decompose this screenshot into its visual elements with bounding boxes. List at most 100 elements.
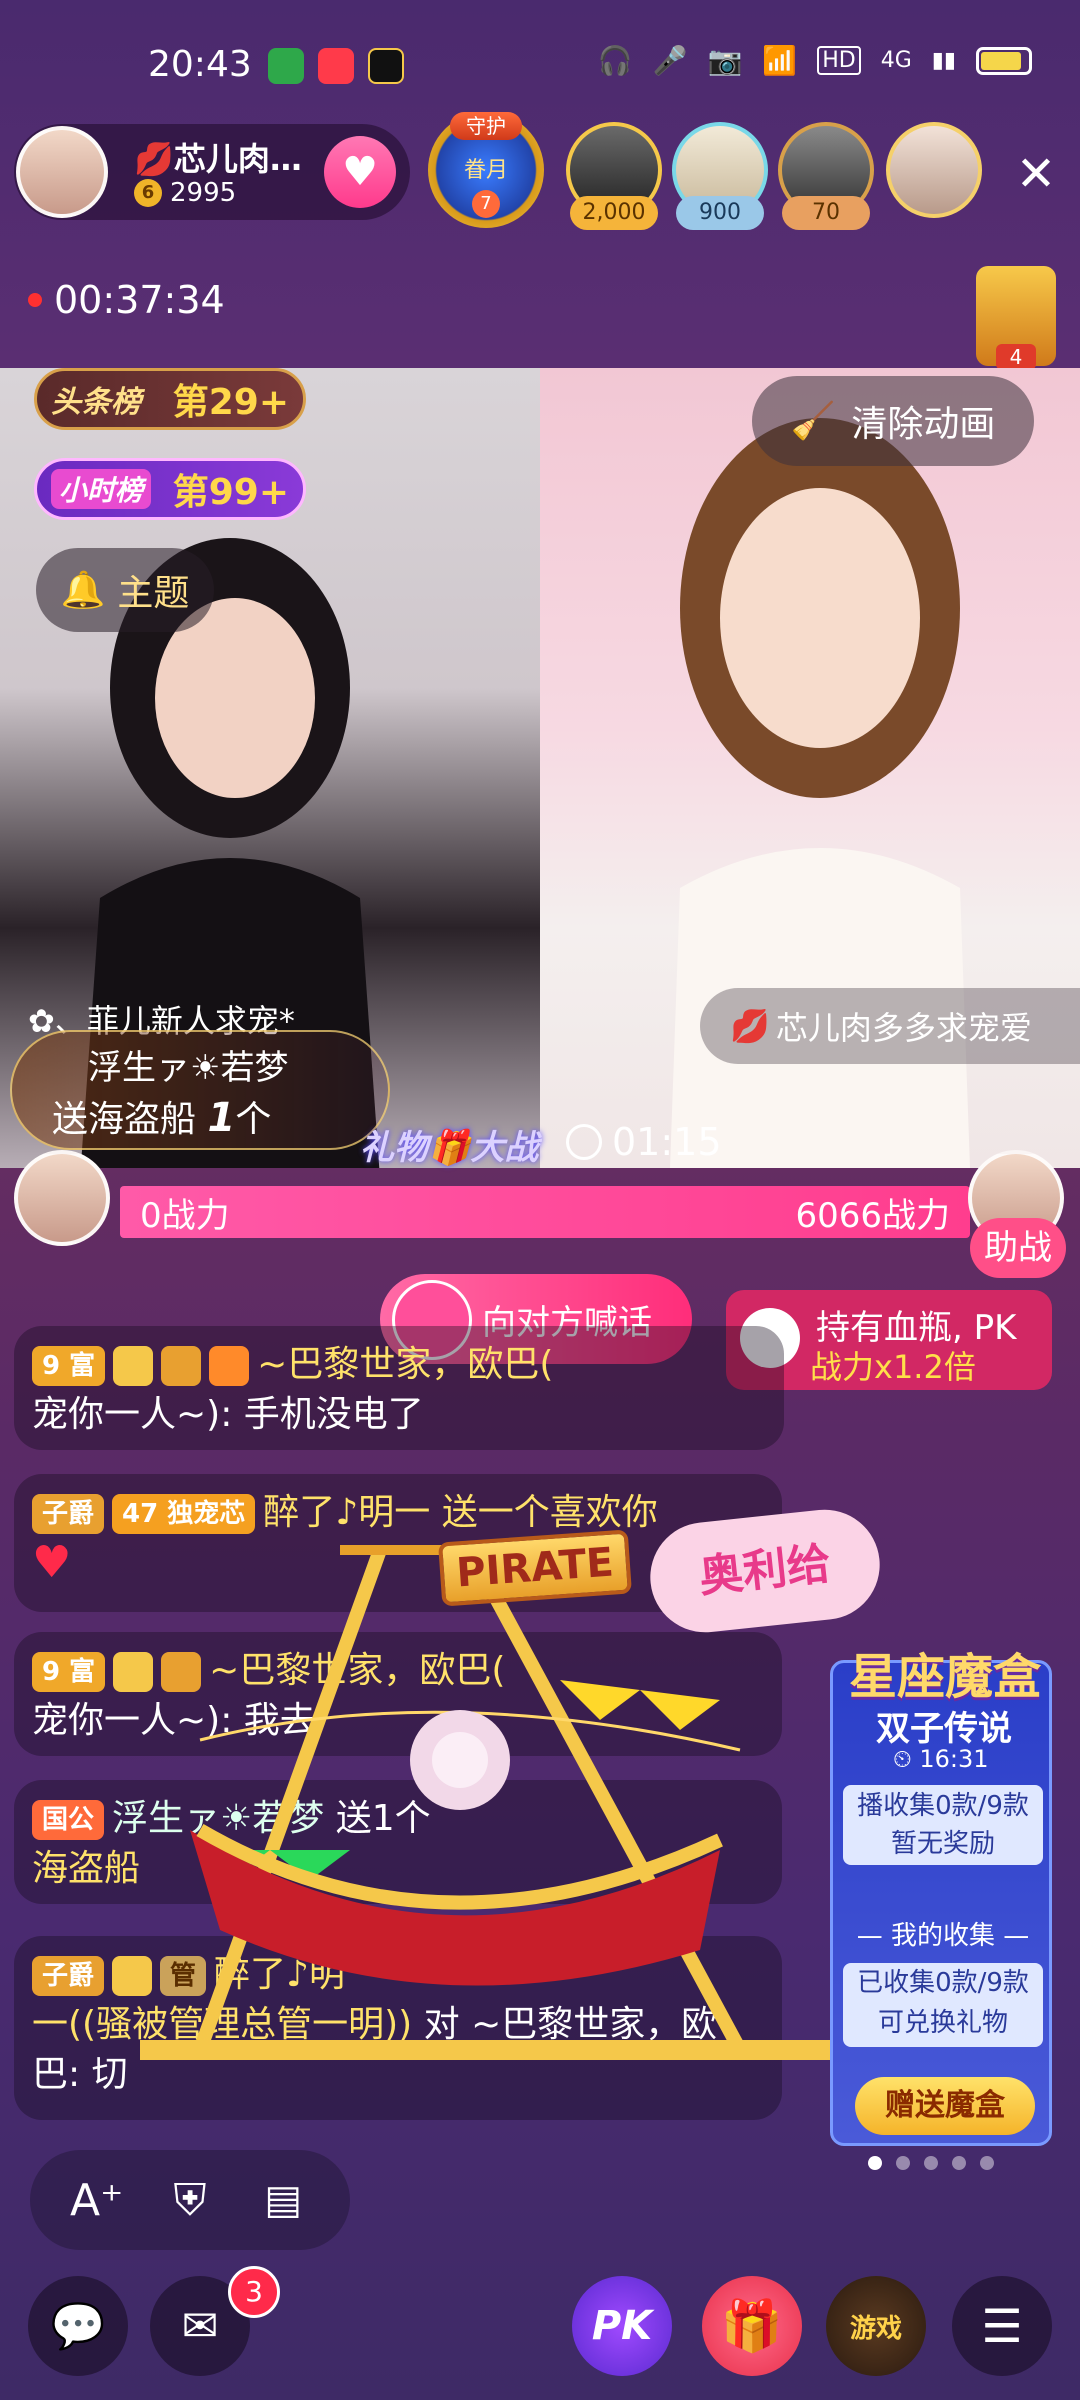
app-icon-2 xyxy=(318,48,354,84)
guard-badge-icon xyxy=(209,1346,250,1386)
broom-icon: 🧹 xyxy=(790,401,836,442)
anchor-info-card[interactable]: 💋芯儿肉… 6 2995 ♥ xyxy=(14,124,410,220)
fan-badge-icon xyxy=(161,1346,202,1386)
rank-hourly-tag: 小时榜 xyxy=(51,469,152,509)
magic-box-panel[interactable]: 星座魔盒 双子传说 ⏲ 16:31 播收集0款/9款 暂无奖励 — 我的收集 —… xyxy=(830,1649,1052,2146)
viewer-avatar-1[interactable]: 2,000 xyxy=(566,122,666,234)
viewer-avatar-4[interactable] xyxy=(886,122,986,234)
my-collect-card: 已收集0款/9款 可兑换礼物 xyxy=(843,1963,1043,2047)
chat-text: 送1个 xyxy=(335,1798,431,1839)
chat-user[interactable]: 醉了♪明一 xyxy=(263,1492,430,1533)
clock: 20:43 xyxy=(148,44,252,85)
no-reward-text: 暂无奖励 xyxy=(890,1829,995,1859)
theme-button[interactable]: 🔔 主题 xyxy=(36,548,214,632)
magic-box-title: 星座魔盒 xyxy=(848,1649,1041,1705)
fan-club-name: 独宠芯 xyxy=(167,1499,246,1529)
headphone-icon: 🎧 xyxy=(597,44,633,77)
chat-user-cont: 一((骚被管理总管一明)) xyxy=(32,2004,413,2045)
heart-love-icon: ♥ xyxy=(32,1537,72,1588)
chat-user[interactable]: 浮生ァ☀若梦 xyxy=(112,1798,324,1839)
chat-tools-bar: A⁺ ⛨ ▤ xyxy=(30,2150,350,2250)
gift-notice-qty: 1 xyxy=(207,1095,236,1141)
signal-x-icon: ▮▮ xyxy=(931,48,956,73)
partner-name-label[interactable]: 💋 芯儿肉多多求宠爱 xyxy=(700,988,1080,1064)
follow-heart-button[interactable]: ♥ xyxy=(324,136,396,208)
status-bar: 20:43 🎧 🎤 📷 📶 HD 4G ▮▮ xyxy=(0,0,1080,120)
guard-chest[interactable]: 4 xyxy=(976,266,1056,370)
clip-button[interactable]: ▤ xyxy=(253,2170,313,2230)
carousel-dots xyxy=(868,2156,994,2170)
menu-button[interactable]: ☰ xyxy=(952,2276,1052,2376)
potion-line-2: 战力x1.2倍 xyxy=(810,1348,976,1386)
lips-icon: 💋 xyxy=(730,1007,770,1045)
font-size-button[interactable]: A⁺ xyxy=(67,2170,127,2230)
rank-hourly-pill[interactable]: 小时榜 第99+ xyxy=(34,458,306,520)
live-duration: 00:37:34 xyxy=(28,278,225,322)
pk-power-bar: 0战力 6066战力 xyxy=(120,1186,970,1238)
chat-message[interactable]: 9 富 ~巴黎世家，欧巴(宠你一人~): 我去 xyxy=(14,1632,782,1756)
chat-text: 手机没电了 xyxy=(243,1394,424,1435)
carousel-dot xyxy=(924,2156,938,2170)
my-collect-heading: — 我的收集 — xyxy=(856,1921,1030,1951)
chat-user[interactable]: ~巴黎世家，欧巴( xyxy=(209,1650,505,1691)
anchor-fans: 6 2995 xyxy=(134,178,236,208)
broadcast-collect: 播收集0款/9款 xyxy=(857,1791,1029,1821)
rank-headline-pill[interactable]: 头条榜 第29+ xyxy=(34,368,306,430)
app-icon-3 xyxy=(368,48,404,84)
chat-button[interactable]: 💬 xyxy=(28,2276,128,2376)
chat-bubble-icon: 💬 xyxy=(50,2301,106,2352)
app-icon-1 xyxy=(268,48,304,84)
anchor-fans-count: 2995 xyxy=(170,178,237,208)
carousel-dot xyxy=(896,2156,910,2170)
viewer-avatar-3[interactable]: 70 xyxy=(778,122,878,234)
chat-message[interactable]: 9 富 ~巴黎世家，欧巴(宠你一人~): 手机没电了 xyxy=(14,1326,784,1450)
game-button[interactable]: 游戏 xyxy=(826,2276,926,2376)
viewer-count: 900 xyxy=(676,196,764,230)
viewer-avatar-2[interactable]: 900 xyxy=(672,122,772,234)
live-time-text: 00:37:34 xyxy=(54,278,225,322)
bottom-bar: 💬 ✉ 3 PK 🎁 游戏 ☰ xyxy=(0,2266,1080,2386)
clear-animation-button[interactable]: 🧹 清除动画 xyxy=(752,376,1034,466)
menu-icon: ☰ xyxy=(981,2299,1023,2353)
my-collect-text: 我的收集 xyxy=(890,1921,995,1951)
rank-headline-tag: 头条榜 xyxy=(51,385,141,420)
collected-line: 已收集0款/9款 xyxy=(857,1968,1029,1998)
viewer-count: 70 xyxy=(782,196,870,230)
assist-button[interactable]: 助战 xyxy=(970,1218,1066,1278)
pk-avatar-left[interactable] xyxy=(14,1150,110,1246)
recording-dot-icon xyxy=(28,293,42,307)
theme-label: 主题 xyxy=(117,573,190,614)
chat-message[interactable]: 国公 浮生ァ☀若梦 送1个海盗船 xyxy=(14,1780,782,1904)
chat-user[interactable]: ~巴黎世家，欧巴( xyxy=(257,1344,553,1385)
chat-gift-name: 海盗船 xyxy=(32,1848,141,1889)
carousel-dot xyxy=(980,2156,994,2170)
pk-right-power: 6066战力 xyxy=(795,1195,950,1236)
close-icon: ✕ xyxy=(1015,146,1057,202)
guard-badge[interactable]: 守护 眷月 7 xyxy=(428,112,544,228)
lips-icon: 💋 xyxy=(134,140,174,178)
fan-club-badge: 47 独宠芯 xyxy=(112,1494,256,1534)
viewer-count: 2,000 xyxy=(570,196,658,230)
guard-num: 7 xyxy=(472,190,500,218)
chat-text: 我去 xyxy=(243,1700,316,1741)
pk-bar-container: 0战力 6066战力 xyxy=(10,1150,1070,1246)
chat-message[interactable]: 子爵管醉了♪明 一((骚被管理总管一明)) 对 ~巴黎世家，欧巴: 切 xyxy=(14,1936,782,2120)
rank-hourly-value: 第99+ xyxy=(172,472,289,513)
bell-icon: 🔔 xyxy=(60,570,106,611)
game-label: 游戏 xyxy=(849,2313,902,2344)
chat-user-cont: 宠你一人~): xyxy=(32,1700,233,1741)
pk-button[interactable]: PK xyxy=(572,2276,672,2376)
broadcast-collect-card: 播收集0款/9款 暂无奖励 xyxy=(843,1785,1043,1865)
rank-headline-value: 第29+ xyxy=(172,382,289,423)
chat-user-cont: 宠你一人~): xyxy=(32,1394,233,1435)
anchor-avatar[interactable] xyxy=(16,126,108,218)
magic-box-time-text: 16:31 xyxy=(919,1745,989,1773)
guard-shield-button[interactable]: ⛨ xyxy=(160,2170,220,2230)
camera-icon: 📷 xyxy=(707,44,743,77)
chat-user[interactable]: 醉了♪明 xyxy=(214,1954,345,1995)
gift-magic-box-button[interactable]: 赠送魔盒 xyxy=(855,2077,1035,2135)
star-badge-icon xyxy=(113,1652,154,1692)
noble-badge: 国公 xyxy=(32,1800,105,1840)
gift-button[interactable]: 🎁 xyxy=(702,2276,802,2376)
close-button[interactable]: ✕ xyxy=(1008,146,1064,202)
